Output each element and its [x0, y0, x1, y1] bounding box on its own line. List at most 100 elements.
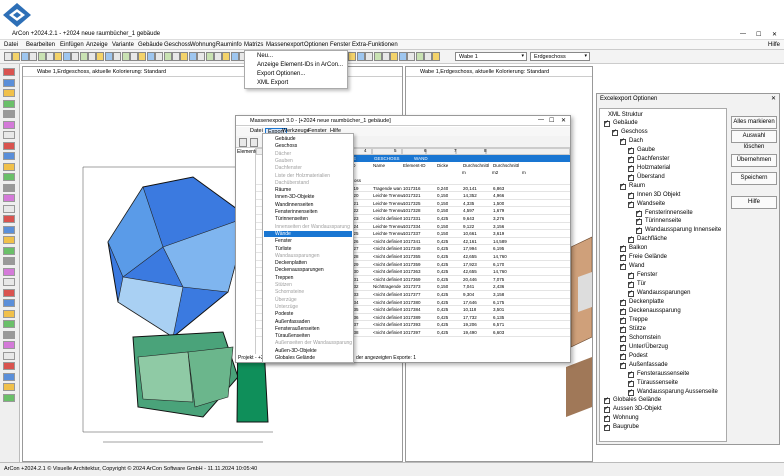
maximize-button[interactable]: ☐	[756, 31, 761, 38]
toolbar-tool-icon[interactable]	[121, 52, 130, 61]
toolbar-tool-icon[interactable]	[373, 52, 382, 61]
tree-checkbox[interactable]	[620, 253, 626, 262]
tree-checkbox[interactable]	[620, 325, 626, 333]
menu-item[interactable]: Datei	[4, 42, 18, 48]
maximize-button[interactable]: ☐	[549, 117, 554, 124]
save-icon[interactable]	[250, 138, 258, 147]
export-menu-item[interactable]: Geschoss	[275, 143, 297, 149]
tree-checkbox[interactable]	[620, 316, 626, 324]
tree-checkbox[interactable]	[628, 200, 634, 208]
toolbar-tool-icon[interactable]	[79, 52, 88, 61]
toolbar-tool-icon[interactable]	[104, 52, 113, 61]
palette-tool-icon[interactable]	[3, 152, 15, 160]
palette-tool-icon[interactable]	[3, 99, 15, 108]
excel-panel-button[interactable]: Alles markieren	[731, 116, 777, 129]
toolbar-tool-icon[interactable]	[230, 52, 239, 61]
palette-tool-icon[interactable]	[3, 120, 15, 129]
geschoss-select[interactable]: Erdgeschoss ▾	[530, 52, 590, 61]
toolbar-tool-icon[interactable]	[222, 52, 231, 61]
toolbar-tool-icon[interactable]	[197, 52, 206, 61]
palette-tool-icon[interactable]	[3, 341, 15, 349]
export-menu-item[interactable]: Außenfassaden	[275, 319, 310, 325]
palette-tool-icon[interactable]	[3, 173, 15, 181]
menu-item[interactable]: Variante	[112, 42, 134, 48]
palette-tool-icon[interactable]	[3, 309, 15, 318]
toolbar-tool-icon[interactable]	[146, 52, 155, 61]
toolbar-tool-icon[interactable]	[96, 52, 105, 61]
wabe-select[interactable]: Wabe 1 ▾	[455, 52, 527, 61]
tree-checkbox[interactable]	[620, 334, 626, 342]
export-menu-item[interactable]: Fensteraußenseiten	[275, 326, 319, 332]
export-menu-item[interactable]: Podeste	[275, 311, 293, 317]
palette-tool-icon[interactable]	[3, 362, 15, 370]
palette-tool-icon[interactable]	[3, 183, 15, 192]
minimize-button[interactable]: —	[740, 31, 746, 37]
tree-checkbox[interactable]	[628, 370, 634, 378]
tree-checkbox[interactable]	[628, 388, 634, 396]
massenexport-menu-item[interactable]: Neu...	[257, 53, 273, 59]
menu-item[interactable]: Gebäude	[138, 42, 163, 48]
export-menu-item[interactable]: Fenster	[275, 238, 292, 244]
export-menu-item[interactable]: Innen-3D-Objekte	[275, 194, 314, 200]
tree-checkbox[interactable]	[628, 289, 634, 298]
toolbar-tool-icon[interactable]	[407, 52, 416, 61]
toolbar-tool-icon[interactable]	[172, 52, 180, 61]
tree-checkbox[interactable]	[604, 119, 610, 127]
export-menu-item[interactable]: Fensterinnenseiten	[275, 209, 318, 215]
toolbar-tool-icon[interactable]	[348, 52, 357, 61]
menu-item[interactable]: Matrizs	[244, 42, 263, 48]
tree-checkbox[interactable]	[628, 146, 634, 154]
export-menu-item[interactable]: Außen-3D-Objekte	[275, 348, 317, 354]
toolbar-tool-icon[interactable]	[398, 52, 407, 61]
toolbar-tool-icon[interactable]	[138, 52, 147, 61]
palette-tool-icon[interactable]	[3, 393, 15, 402]
toolbar-tool-icon[interactable]	[205, 52, 214, 61]
export-menu-item[interactable]: Deckenaussparungen	[275, 267, 324, 273]
tree-checkbox[interactable]	[628, 173, 634, 181]
toolbar-tool-icon[interactable]	[382, 52, 390, 61]
palette-tool-icon[interactable]	[3, 225, 15, 234]
close-button[interactable]: ✕	[772, 31, 777, 38]
palette-tool-icon[interactable]	[3, 299, 15, 307]
palette-tool-icon[interactable]	[3, 246, 15, 255]
tree-checkbox[interactable]	[620, 343, 626, 351]
massenexport-menu-item[interactable]: Anzeige Element-IDs in ArCon...	[257, 62, 343, 68]
tree-checkbox[interactable]	[628, 235, 634, 244]
palette-tool-icon[interactable]	[3, 257, 15, 265]
palette-tool-icon[interactable]	[3, 330, 15, 339]
tree-checkbox[interactable]	[604, 405, 610, 414]
mass-menu-item[interactable]: Datei	[250, 128, 263, 134]
toolbar-tool-icon[interactable]	[12, 52, 21, 61]
tree-checkbox[interactable]	[628, 271, 634, 280]
close-icon[interactable]: ✕	[771, 95, 776, 102]
palette-tool-icon[interactable]	[3, 383, 15, 391]
tree-checkbox[interactable]	[620, 262, 626, 271]
export-menu-item[interactable]: Räume	[275, 187, 291, 193]
menu-item[interactable]: Fenster	[330, 42, 350, 48]
palette-tool-icon[interactable]	[3, 215, 15, 223]
tree-checkbox[interactable]	[620, 298, 626, 306]
massenexport-menu-item[interactable]: XML Export	[257, 80, 288, 86]
palette-tool-icon[interactable]	[3, 278, 15, 286]
menu-item[interactable]: Bearbeiten	[26, 42, 55, 48]
tree-checkbox[interactable]	[620, 361, 626, 369]
menu-item[interactable]: Optionen	[304, 42, 328, 48]
export-menu-item[interactable]: Gebäude	[275, 136, 296, 142]
palette-tool-icon[interactable]	[3, 320, 15, 328]
tree-checkbox[interactable]	[620, 244, 626, 253]
toolbar-tool-icon[interactable]	[163, 52, 172, 61]
toolbar-tool-icon[interactable]	[356, 52, 365, 61]
palette-tool-icon[interactable]	[3, 288, 15, 297]
tree-checkbox[interactable]	[636, 226, 642, 235]
toolbar-tool-icon[interactable]	[415, 52, 424, 61]
palette-tool-icon[interactable]	[3, 194, 15, 202]
tree-checkbox[interactable]	[604, 423, 610, 432]
toolbar-tool-icon[interactable]	[214, 52, 222, 61]
palette-tool-icon[interactable]	[3, 236, 15, 244]
export-menu-item[interactable]: Globales Gelände	[275, 355, 315, 361]
toolbar-tool-icon[interactable]	[20, 52, 29, 61]
tree-checkbox[interactable]	[628, 379, 634, 387]
excel-panel-button[interactable]: Speichern	[731, 172, 777, 185]
excel-panel-button[interactable]: Übernehmen	[731, 154, 777, 167]
toolbar-tool-icon[interactable]	[4, 52, 12, 61]
